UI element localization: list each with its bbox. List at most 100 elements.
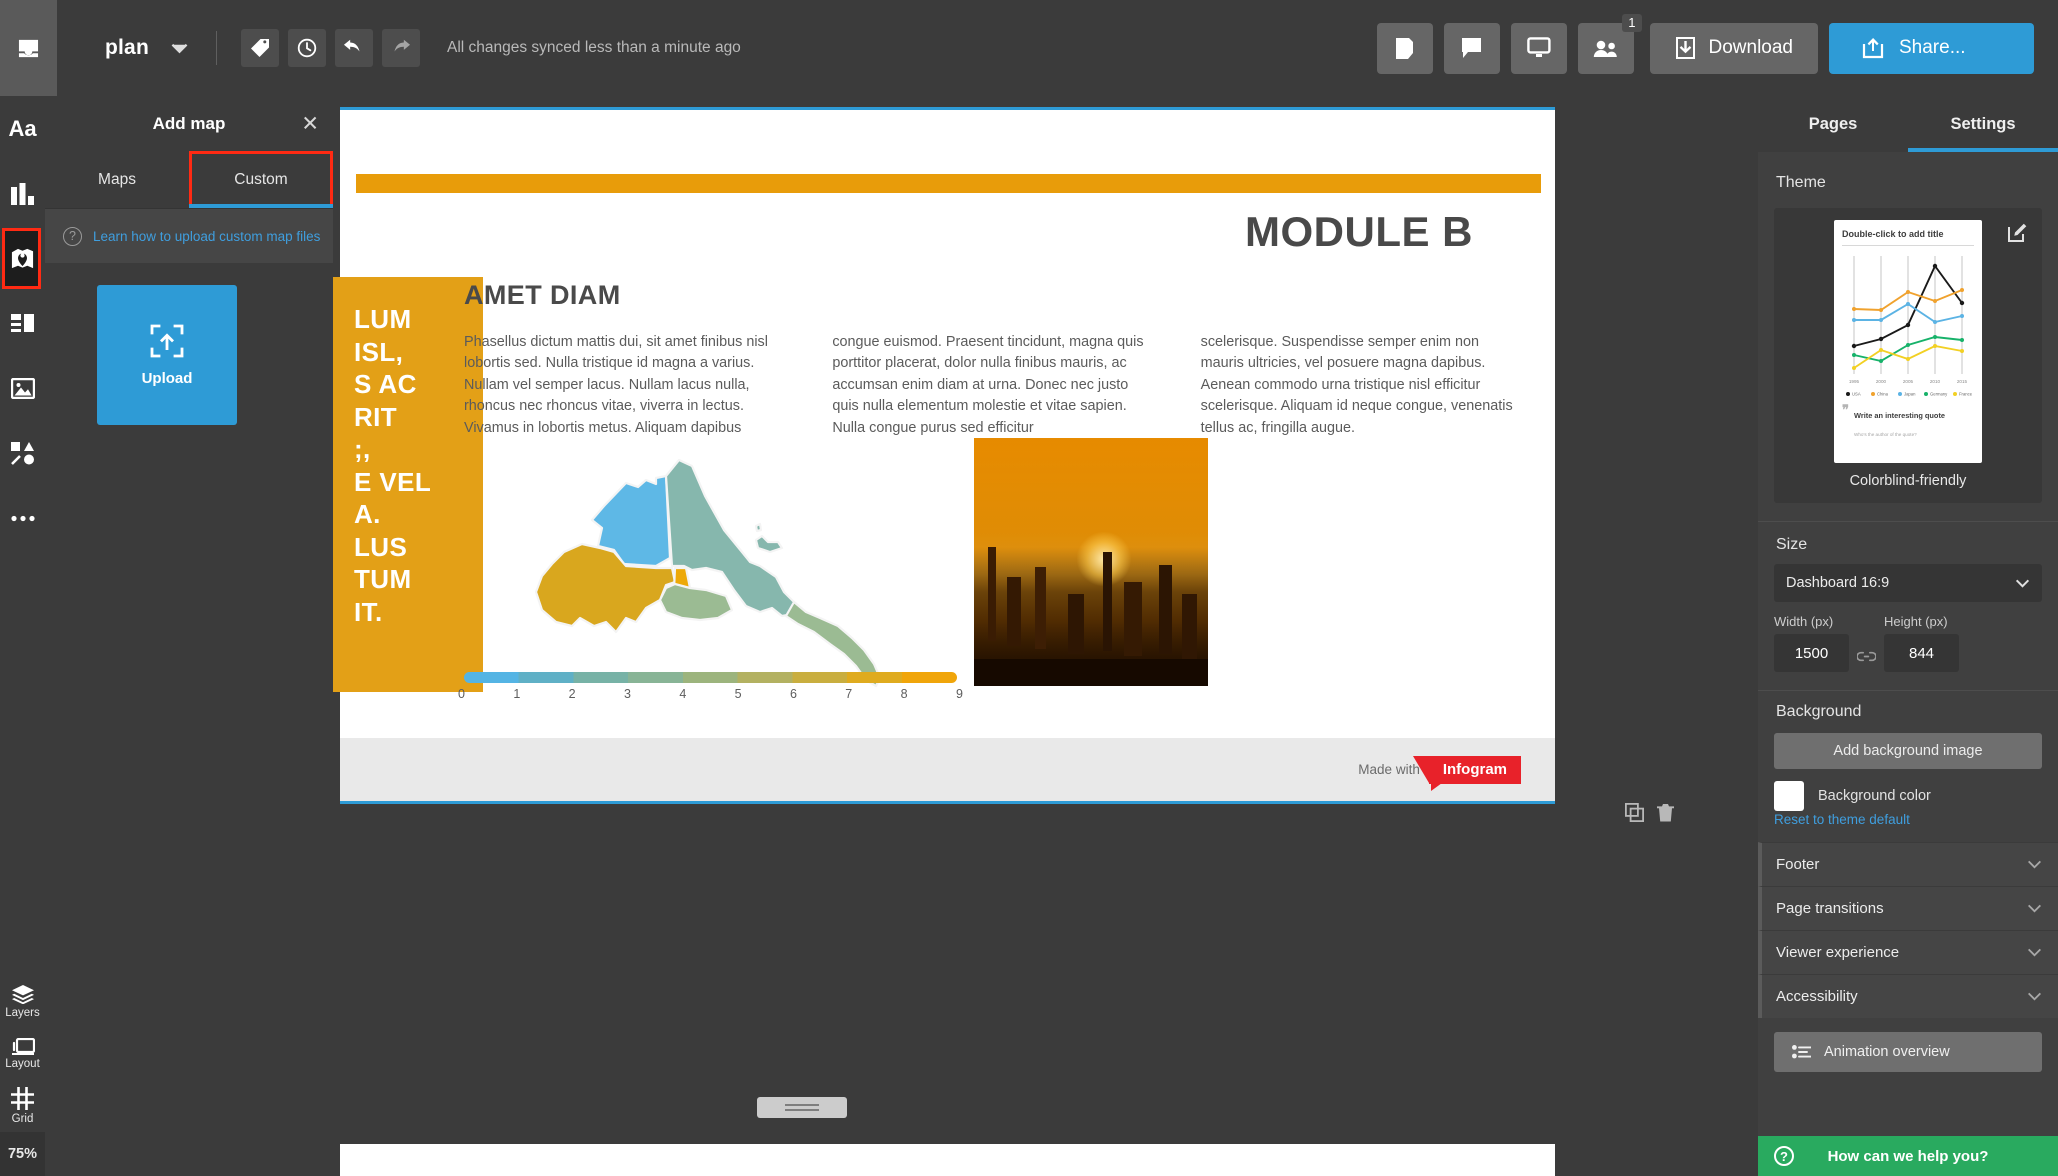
module-title[interactable]: MODULE B xyxy=(1245,208,1473,256)
animation-overview-button[interactable]: Animation overview xyxy=(1774,1032,2042,1072)
svg-text:2000: 2000 xyxy=(1876,379,1887,384)
sidebar-item-shapes[interactable] xyxy=(0,421,45,486)
canvas-area[interactable]: MODULE B LUM ISL, S AC RIT;, E VEL A. LUS TUM IT… xyxy=(333,96,1758,1176)
body-column[interactable]: Phasellus dictum mattis dui, sit amet fi… xyxy=(464,332,787,439)
height-input[interactable]: 844 xyxy=(1884,634,1959,672)
right-panel-tabs: Pages Settings xyxy=(1758,96,2058,152)
tag-icon[interactable] xyxy=(240,29,279,67)
slide-page-1[interactable]: MODULE B LUM ISL, S AC RIT;, E VEL A. LUS TUM IT… xyxy=(333,107,1555,804)
sidebar-item-text[interactable]: Aa xyxy=(0,96,45,161)
svg-text:China: China xyxy=(1877,392,1889,397)
share-button[interactable]: Share... xyxy=(1829,22,2034,74)
quote-icon: ❞ xyxy=(1842,402,1849,417)
sidebar-item-map[interactable] xyxy=(0,226,45,291)
comment-icon[interactable] xyxy=(1443,22,1500,74)
svg-text:2005: 2005 xyxy=(1903,379,1914,384)
settings-body: Theme Double-click to add title 1995 200… xyxy=(1758,152,2058,1176)
background-color-swatch[interactable] xyxy=(1774,781,1804,811)
legend-tick: 0 xyxy=(458,687,465,701)
tab-maps[interactable]: Maps xyxy=(45,151,189,208)
link-chain-icon[interactable] xyxy=(1857,651,1876,662)
grid-button[interactable]: Grid xyxy=(0,1080,45,1132)
page-resize-handle[interactable] xyxy=(757,1097,847,1118)
redo-icon[interactable] xyxy=(381,29,420,67)
section-title[interactable]: AMET DIAM xyxy=(464,280,621,311)
upload-button[interactable]: Upload xyxy=(97,285,237,425)
tab-maps-label: Maps xyxy=(98,170,136,188)
body-text-columns: Phasellus dictum mattis dui, sit amet fi… xyxy=(464,332,1524,439)
accordion-viewer-experience[interactable]: Viewer experience xyxy=(1758,930,2058,974)
legend-tick: 7 xyxy=(845,687,853,701)
tab-custom[interactable]: Custom xyxy=(189,151,333,208)
close-icon[interactable]: ✕ xyxy=(301,113,319,134)
layers-button[interactable]: Layers xyxy=(0,976,45,1028)
thumbnail-title: Double-click to add title xyxy=(1842,229,1944,239)
download-button[interactable]: Download xyxy=(1649,22,1818,74)
settings-accordion: Footer Page transitions Viewer experienc… xyxy=(1758,842,2058,1018)
left-rail-bottom: Layers Layout Grid 75% xyxy=(0,976,45,1176)
shapes-icon xyxy=(10,442,35,465)
tab-settings[interactable]: Settings xyxy=(1908,96,2058,152)
infogram-editor: plan All changes synced less than a minu… xyxy=(0,0,2058,1176)
slide-accent-bar xyxy=(356,174,1541,193)
learn-custom-map-link[interactable]: Learn how to upload custom map files xyxy=(93,229,320,244)
accordion-page-transitions[interactable]: Page transitions xyxy=(1758,886,2058,930)
thumbnail-quote-text: Write an interesting quote xyxy=(1854,411,1946,420)
svg-text:1995: 1995 xyxy=(1849,379,1860,384)
legend-tick: 3 xyxy=(623,687,631,701)
width-height-row: Width (px) 1500 Height (px) 844 xyxy=(1774,614,2058,672)
document-menu-caret-icon[interactable] xyxy=(171,43,188,54)
inbox-icon[interactable] xyxy=(0,0,57,96)
slide-page-2[interactable] xyxy=(340,1144,1555,1176)
help-bar[interactable]: ? How can we help you? xyxy=(1758,1136,2058,1176)
sidebar-item-table[interactable] xyxy=(0,291,45,356)
undo-icon[interactable] xyxy=(334,29,373,67)
layers-icon xyxy=(11,985,34,1004)
reset-theme-default-link[interactable]: Reset to theme default xyxy=(1774,812,1910,827)
grid-label: Grid xyxy=(11,1113,34,1125)
accordion-accessibility-label: Accessibility xyxy=(1776,988,1858,1005)
right-settings-panel: Pages Settings Theme Double-click to add… xyxy=(1758,96,2058,1176)
zoom-level[interactable]: 75% xyxy=(0,1132,45,1176)
body-column[interactable]: congue euismod. Praesent tincidunt, magn… xyxy=(832,332,1155,439)
height-label: Height (px) xyxy=(1884,614,1948,629)
city-sunset-photo[interactable] xyxy=(974,438,1208,686)
duplicate-icon[interactable] xyxy=(1625,803,1644,822)
width-input[interactable]: 1500 xyxy=(1774,634,1849,672)
accordion-accessibility[interactable]: Accessibility xyxy=(1758,974,2058,1018)
present-screen-icon[interactable] xyxy=(1510,22,1567,74)
accordion-footer[interactable]: Footer xyxy=(1758,842,2058,886)
trash-icon[interactable] xyxy=(1657,803,1674,822)
sidebar-item-chart[interactable] xyxy=(0,161,45,226)
legend-tick: 9 xyxy=(955,687,963,701)
edit-pencil-icon[interactable] xyxy=(2008,222,2028,242)
thumbnail-rule xyxy=(1842,245,1974,246)
svg-text:France: France xyxy=(1959,392,1973,397)
document-name[interactable]: plan xyxy=(105,36,149,60)
layout-button[interactable]: Layout xyxy=(0,1028,45,1080)
sidebar-item-image[interactable] xyxy=(0,356,45,421)
collaborators-icon[interactable]: 1 xyxy=(1577,13,1642,74)
sidebar-item-more[interactable] xyxy=(0,486,45,551)
building-silhouette xyxy=(1067,594,1084,654)
svg-text:Germany: Germany xyxy=(1930,392,1948,397)
tab-pages[interactable]: Pages xyxy=(1758,96,1908,152)
question-mark-icon: ? xyxy=(63,226,82,246)
legend-tick: 2 xyxy=(568,687,576,701)
size-preset-select[interactable]: Dashboard 16:9 xyxy=(1774,564,2042,602)
background-color-row[interactable]: Background color xyxy=(1774,781,2058,811)
building-silhouette xyxy=(1158,564,1172,654)
theme-card[interactable]: Double-click to add title 1995 2000 2005… xyxy=(1774,208,2042,503)
svg-text:USA: USA xyxy=(1852,392,1861,397)
notes-icon[interactable] xyxy=(1376,22,1433,74)
building-silhouette xyxy=(1006,576,1021,647)
body-column[interactable]: scelerisque. Suspendisse semper enim non… xyxy=(1201,332,1524,439)
building-silhouette xyxy=(1102,552,1112,652)
add-background-image-button[interactable]: Add background image xyxy=(1774,733,2042,769)
clock-history-icon[interactable] xyxy=(287,29,326,67)
download-icon xyxy=(1675,37,1696,59)
accordion-viewer-experience-label: Viewer experience xyxy=(1776,944,1900,961)
building-silhouette xyxy=(1123,581,1142,657)
infogram-brand-tag[interactable]: Infogram xyxy=(1412,755,1521,791)
image-icon xyxy=(10,378,35,399)
